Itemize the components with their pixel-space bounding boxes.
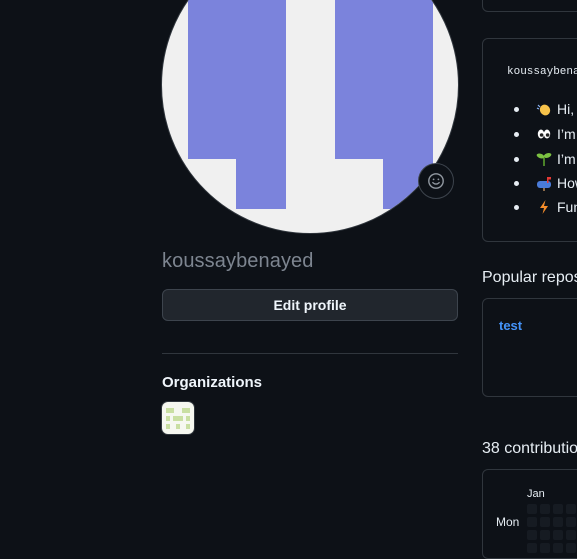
contribution-cell[interactable] — [553, 543, 563, 553]
profile-avatar[interactable] — [161, 0, 459, 234]
readme-line-text: Fun — [557, 199, 577, 215]
contribution-cell[interactable] — [527, 530, 537, 540]
contribution-cell[interactable] — [540, 517, 550, 527]
seedling-icon — [536, 151, 552, 167]
contribution-cell[interactable] — [553, 530, 563, 540]
readme-line-text: I’m — [557, 126, 576, 142]
waving-hand-icon — [536, 101, 552, 117]
contribution-cell[interactable] — [540, 543, 550, 553]
contribution-cell[interactable] — [527, 504, 537, 514]
contribution-cell[interactable] — [566, 530, 576, 540]
top-card — [482, 0, 577, 12]
contribution-cell[interactable] — [553, 517, 563, 527]
day-label: Mon — [496, 515, 520, 529]
organization-avatar[interactable] — [162, 402, 194, 434]
repo-link[interactable]: test — [499, 318, 522, 333]
month-label: Jan — [527, 488, 545, 500]
contribution-cell[interactable] — [566, 543, 576, 553]
readme-list-item: I’m — [514, 151, 576, 167]
eyes-icon — [536, 126, 552, 142]
profile-username: koussaybenayed — [162, 250, 314, 272]
contribution-cell[interactable] — [540, 504, 550, 514]
repo-card — [482, 298, 577, 397]
mailbox-icon — [536, 175, 552, 191]
contribution-cell[interactable] — [566, 517, 576, 527]
contribution-cell[interactable] — [553, 504, 563, 514]
contribution-cell[interactable] — [540, 530, 550, 540]
readme-list-item: How — [514, 175, 577, 191]
smiley-icon — [428, 173, 444, 189]
contribution-cell[interactable] — [527, 517, 537, 527]
popular-repos-heading: Popular repos — [482, 269, 577, 286]
set-status-button[interactable] — [418, 163, 454, 199]
readme-list-item: Fun — [514, 199, 577, 215]
organizations-heading: Organizations — [162, 374, 263, 391]
readme-line-text: Hi, — [557, 101, 575, 117]
contribution-cell[interactable] — [527, 543, 537, 553]
divider — [162, 353, 458, 354]
readme-line-text: How — [557, 175, 577, 191]
readme-list-item: Hi, — [514, 101, 574, 117]
readme-line-text: I’m — [557, 151, 576, 167]
readme-title: koussaybena — [507, 66, 577, 78]
zap-icon — [536, 199, 552, 215]
edit-profile-button[interactable]: Edit profile — [162, 289, 458, 321]
contributions-heading: 38 contributio — [482, 440, 577, 457]
contribution-cell[interactable] — [566, 504, 576, 514]
readme-list-item: I’m — [514, 126, 576, 142]
